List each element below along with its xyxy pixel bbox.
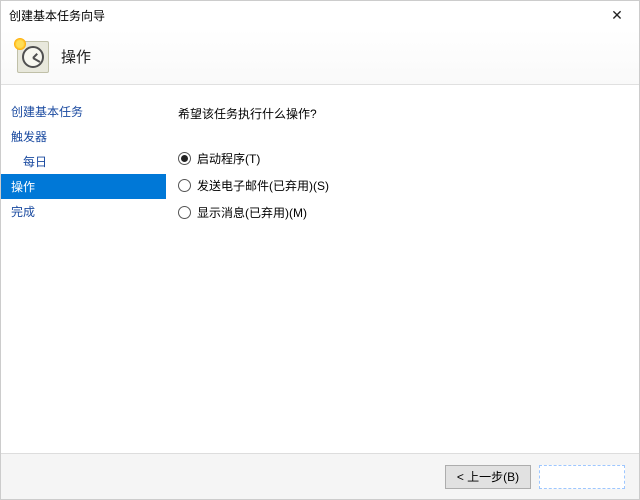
step-finish[interactable]: 完成 bbox=[1, 199, 166, 224]
radio-icon bbox=[178, 179, 191, 192]
radio-send-email[interactable]: 发送电子邮件(已弃用)(S) bbox=[178, 177, 627, 194]
back-button[interactable]: < 上一步(B) bbox=[445, 465, 531, 489]
titlebar: 创建基本任务向导 ✕ bbox=[1, 1, 639, 29]
radio-label: 发送电子邮件(已弃用)(S) bbox=[197, 177, 329, 194]
radio-label: 显示消息(已弃用)(M) bbox=[197, 204, 307, 221]
radio-label: 启动程序(T) bbox=[197, 150, 260, 167]
step-create-basic-task[interactable]: 创建基本任务 bbox=[1, 99, 166, 124]
wizard-body: 创建基本任务 触发器 每日 操作 完成 希望该任务执行什么操作? 启动程序(T)… bbox=[1, 85, 639, 453]
clock-icon bbox=[17, 41, 49, 73]
close-button[interactable]: ✕ bbox=[595, 1, 639, 29]
close-icon: ✕ bbox=[611, 7, 623, 24]
step-action[interactable]: 操作 bbox=[1, 174, 166, 199]
step-trigger[interactable]: 触发器 bbox=[1, 124, 166, 149]
action-radiogroup: 启动程序(T) 发送电子邮件(已弃用)(S) 显示消息(已弃用)(M) bbox=[178, 150, 627, 221]
wizard-footer: < 上一步(B) bbox=[1, 453, 639, 499]
radio-icon bbox=[178, 206, 191, 219]
window-title: 创建基本任务向导 bbox=[9, 7, 105, 24]
radio-show-message[interactable]: 显示消息(已弃用)(M) bbox=[178, 204, 627, 221]
wizard-content: 希望该任务执行什么操作? 启动程序(T) 发送电子邮件(已弃用)(S) 显示消息… bbox=[166, 85, 639, 453]
wizard-steps: 创建基本任务 触发器 每日 操作 完成 bbox=[1, 85, 166, 453]
page-title: 操作 bbox=[61, 46, 91, 67]
radio-start-program[interactable]: 启动程序(T) bbox=[178, 150, 627, 167]
wizard-header: 操作 bbox=[1, 29, 639, 85]
step-daily[interactable]: 每日 bbox=[1, 149, 166, 174]
radio-icon bbox=[178, 152, 191, 165]
next-button-placeholder[interactable] bbox=[539, 465, 625, 489]
action-prompt: 希望该任务执行什么操作? bbox=[178, 105, 627, 122]
